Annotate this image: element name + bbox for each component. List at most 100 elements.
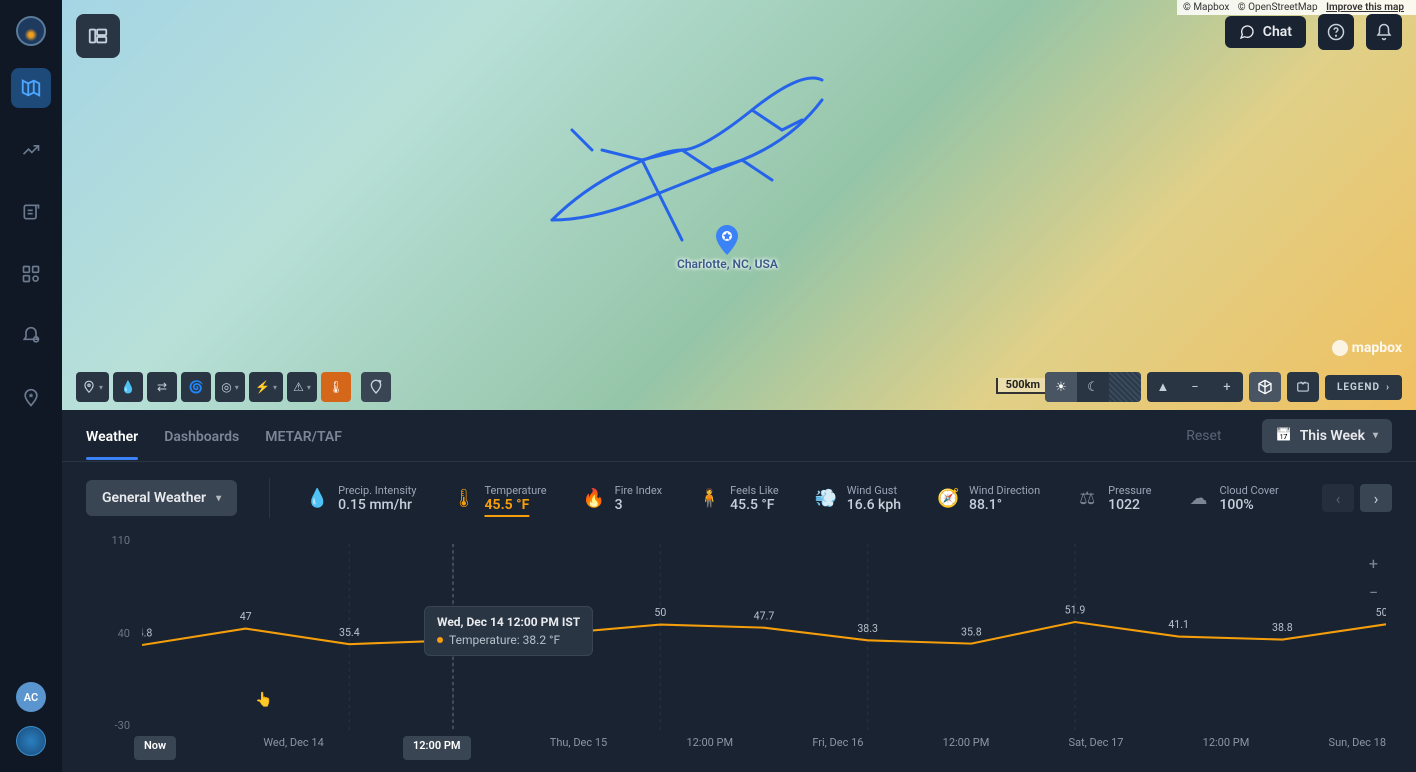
tool-location[interactable] — [76, 372, 109, 402]
view-3d[interactable] — [1249, 372, 1281, 402]
tool-add-pin[interactable] — [361, 372, 391, 402]
svg-text:34.8: 34.8 — [142, 626, 152, 640]
theme-satellite[interactable] — [1109, 372, 1141, 402]
period-selector[interactable]: This Week — [1262, 419, 1393, 453]
nav-add-doc[interactable] — [11, 192, 51, 232]
chart-x-axis: NowWed, Dec 1412:00 PMThu, Dec 1512:00 P… — [142, 736, 1386, 760]
svg-text:47.7: 47.7 — [754, 609, 775, 623]
tool-storm[interactable]: 🌀 — [181, 372, 211, 402]
improve-map-link[interactable]: Improve this map — [1326, 2, 1404, 13]
metric-pressure[interactable]: ⚖Pressure1022 — [1072, 478, 1155, 519]
tool-adjust[interactable]: ⇄ — [147, 372, 177, 402]
help-button[interactable] — [1318, 14, 1354, 50]
svg-text:51.9: 51.9 — [1065, 603, 1086, 617]
tool-temperature[interactable]: 🌡 — [321, 372, 351, 402]
map-canvas[interactable]: © Mapbox © OpenStreetMap Improve this ma… — [62, 0, 1416, 410]
svg-text:38.3: 38.3 — [857, 622, 878, 636]
metric-label: Temperature — [485, 484, 547, 497]
metric-label: Wind Direction — [969, 484, 1040, 497]
reset-button[interactable]: Reset — [1186, 428, 1221, 444]
metrics-scroll-right[interactable]: › — [1360, 484, 1392, 512]
fullscreen[interactable] — [1287, 372, 1319, 402]
pin-label: Charlotte, NC, USA — [677, 257, 778, 271]
map-layers-button[interactable] — [76, 14, 120, 58]
nav-favorite-location[interactable] — [11, 378, 51, 418]
chart-zoom-in[interactable]: + — [1369, 554, 1378, 573]
user-avatar[interactable]: AC — [16, 682, 46, 712]
metric-feels-like[interactable]: 🧍Feels Like45.5 °F — [694, 478, 783, 519]
x-tick: 12:00 PM — [686, 736, 733, 760]
metric-icon: 🔥 — [583, 488, 605, 509]
map-attribution: © Mapbox © OpenStreetMap Improve this ma… — [1177, 0, 1416, 15]
metric-value: 3 — [615, 497, 663, 513]
metric-icon: 🧍 — [698, 488, 720, 509]
tool-precip[interactable]: 💧 — [113, 372, 143, 402]
tool-radar[interactable]: ◎ — [215, 372, 245, 402]
tab-weather[interactable]: Weather — [86, 413, 138, 459]
x-tick: 12:00 PM — [1203, 736, 1250, 760]
map-toolbar-right: ☀ ☾ ▲ − + LEGEND — [1045, 372, 1402, 402]
tool-lightning[interactable]: ⚡ — [249, 372, 283, 402]
metric-value: 1022 — [1108, 497, 1151, 513]
svg-text:43.3: 43.3 — [546, 615, 567, 629]
zoom-in[interactable]: + — [1211, 372, 1243, 402]
notifications-button[interactable] — [1366, 14, 1402, 50]
globe-icon[interactable] — [16, 726, 46, 756]
tab-dashboards[interactable]: Dashboards — [164, 413, 239, 459]
nav-apps[interactable] — [11, 254, 51, 294]
svg-text:50.2: 50.2 — [1376, 606, 1386, 620]
metric-icon: 💧 — [306, 488, 328, 509]
metric-label: Feels Like — [730, 484, 779, 497]
compass-north[interactable]: ▲ — [1147, 372, 1179, 402]
legend-button[interactable]: LEGEND — [1325, 375, 1402, 400]
svg-text:41.1: 41.1 — [1168, 618, 1189, 632]
top-right-controls: Chat — [1225, 14, 1402, 50]
svg-text:50: 50 — [654, 606, 666, 620]
chat-button[interactable]: Chat — [1225, 16, 1306, 48]
svg-text:47: 47 — [240, 610, 252, 624]
chart-plot[interactable]: 34.84735.443.35047.738.335.851.941.138.8… — [142, 544, 1386, 732]
metric-temperature[interactable]: 🌡 Temperature45.5 °F — [449, 478, 551, 519]
metric-wind-direction[interactable]: 🧭Wind Direction88.1° — [933, 478, 1044, 519]
attrib-osm: © OpenStreetMap — [1238, 2, 1318, 13]
metric-value: 16.6 kph — [847, 497, 901, 513]
x-tick: Thu, Dec 15 — [550, 736, 607, 760]
chat-label: Chat — [1263, 24, 1292, 40]
map-scale: 500km — [996, 378, 1050, 394]
metric-label: Wind Gust — [847, 484, 901, 497]
tab-metar-taf[interactable]: METAR/TAF — [265, 413, 342, 459]
dropdown-label: General Weather — [102, 490, 206, 506]
metric-precip-intensity[interactable]: 💧Precip. Intensity0.15 mm/hr — [302, 478, 420, 519]
x-tick: 12:00 PM — [403, 736, 471, 760]
x-tick: Fri, Dec 16 — [812, 736, 863, 760]
metric-value: 45.5 °F — [485, 497, 547, 513]
chart-zoom-out[interactable]: − — [1369, 583, 1378, 602]
location-pin[interactable]: Charlotte, NC, USA — [677, 225, 778, 271]
mapbox-logo: mapbox — [1332, 340, 1402, 356]
metric-cloud-cover[interactable]: ☁Cloud Cover100% — [1183, 478, 1282, 519]
attrib-mapbox: © Mapbox — [1183, 2, 1229, 13]
metric-wind-gust[interactable]: 💨Wind Gust16.6 kph — [811, 478, 905, 519]
nav-map[interactable] — [11, 68, 51, 108]
metric-value: 0.15 mm/hr — [338, 497, 416, 513]
metric-fire-index[interactable]: 🔥Fire Index3 — [579, 478, 667, 519]
chart-y-axis: 110 40 -30 — [86, 534, 130, 732]
metric-icon: ⚖ — [1076, 488, 1098, 509]
svg-text:35.8: 35.8 — [961, 625, 982, 639]
zoom-out[interactable]: − — [1179, 372, 1211, 402]
metric-icon: 🌡 — [453, 488, 475, 509]
map-toolbar-left: 💧 ⇄ 🌀 ◎ ⚡ ⚠ 🌡 — [76, 372, 391, 402]
nav-trends[interactable] — [11, 130, 51, 170]
tab-bar: Weather Dashboards METAR/TAF Reset This We… — [62, 410, 1416, 462]
bottom-panel: Weather Dashboards METAR/TAF Reset This We… — [62, 410, 1416, 772]
weather-category-dropdown[interactable]: General Weather — [86, 480, 237, 516]
x-tick: Sun, Dec 18 — [1329, 736, 1386, 760]
metrics-scroll-left[interactable]: ‹ — [1322, 484, 1354, 512]
nav-alerts-settings[interactable] — [11, 316, 51, 356]
tool-warning[interactable]: ⚠ — [287, 372, 317, 402]
x-tick: Wed, Dec 14 — [263, 736, 323, 760]
svg-text:38.8: 38.8 — [1272, 621, 1293, 635]
chart-zoom-controls: + − — [1369, 554, 1378, 602]
theme-dark[interactable]: ☾ — [1077, 372, 1109, 402]
theme-light[interactable]: ☀ — [1045, 372, 1077, 402]
